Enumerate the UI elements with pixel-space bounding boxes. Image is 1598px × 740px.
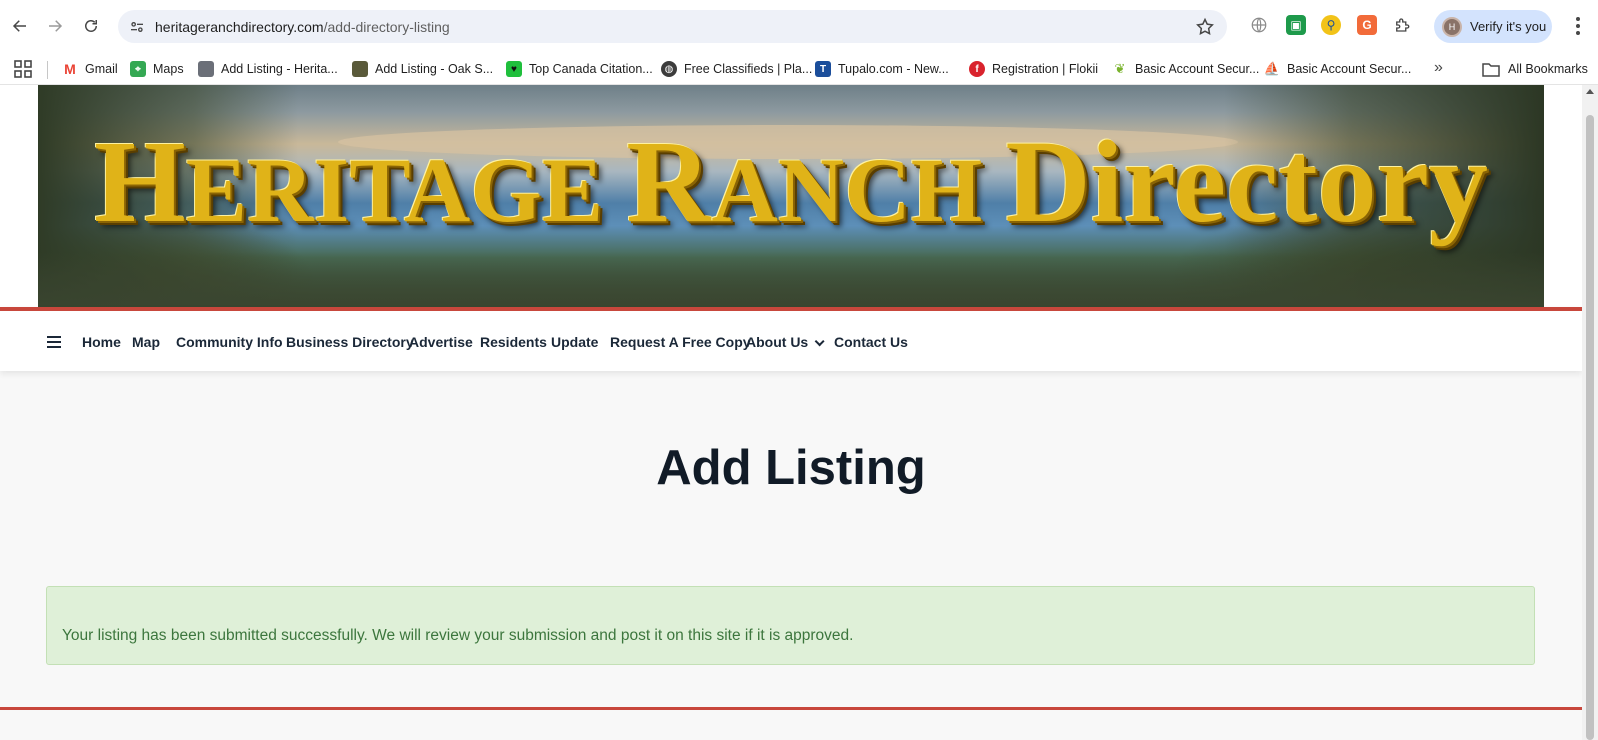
bookmark-label: Basic Account Secur...	[1135, 62, 1260, 76]
profile-verify-chip[interactable]: H Verify it's you	[1434, 10, 1552, 43]
verify-label: Verify it's you	[1470, 19, 1547, 34]
success-alert: Your listing has been submitted successf…	[46, 586, 1535, 665]
bookmark-label: Free Classifieds | Pla...	[684, 62, 813, 76]
folder-icon	[1482, 63, 1500, 77]
robot-extension-icon[interactable]: ▣	[1286, 15, 1306, 35]
bookmark-label: Add Listing - Oak S...	[375, 62, 494, 76]
apps-grid-icon[interactable]	[14, 60, 32, 78]
page-scrollbar[interactable]	[1582, 85, 1598, 740]
extensions-puzzle-icon[interactable]	[1392, 15, 1412, 35]
nav-community-info[interactable]: Community Info	[176, 334, 283, 350]
heritage-favicon-icon	[198, 61, 214, 77]
avatar: H	[1442, 17, 1462, 37]
bookmark-maps[interactable]: ⌖ Maps	[130, 59, 184, 79]
oak-favicon-icon	[352, 61, 368, 77]
all-bookmarks-folder[interactable]: All Bookmarks	[1482, 59, 1588, 79]
bookmark-label: Tupalo.com - New...	[838, 62, 949, 76]
forward-button[interactable]	[41, 12, 69, 40]
back-button[interactable]	[6, 12, 34, 40]
citation-favicon-icon: ♥	[506, 61, 522, 77]
bookmark-gmail[interactable]: M Gmail	[62, 59, 118, 79]
flokii-favicon-icon: f	[969, 61, 985, 77]
banner-trees-bottom	[38, 252, 1544, 312]
all-bookmarks-label: All Bookmarks	[1508, 62, 1588, 76]
site-info-icon[interactable]	[126, 16, 148, 38]
nav-about-us[interactable]: About Us	[746, 334, 825, 350]
scrollbar-thumb[interactable]	[1586, 115, 1594, 740]
nav-request-free-copy[interactable]: Request A Free Copy	[610, 334, 751, 350]
nav-home[interactable]: Home	[82, 334, 121, 350]
nav-update[interactable]: Update	[551, 334, 598, 350]
maps-icon: ⌖	[130, 61, 146, 77]
bookmark-basic-account-security-2[interactable]: ⛵ Basic Account Secur...	[1264, 59, 1411, 79]
chevron-down-icon	[814, 336, 825, 347]
more-bookmarks-chevron-icon[interactable]: »	[1434, 59, 1443, 77]
reload-button[interactable]	[77, 12, 105, 40]
ship-favicon-icon: ⛵	[1263, 61, 1281, 76]
main-navigation: Home Map Community Info Business Directo…	[0, 307, 1582, 371]
arrow-left-icon	[12, 20, 26, 32]
bookmark-flokii[interactable]: f Registration | Flokii	[969, 59, 1098, 79]
gmail-icon: M	[64, 61, 76, 77]
bookmark-free-classifieds[interactable]: ◍ Free Classifieds | Pla...	[661, 59, 812, 79]
bookmark-tupalo[interactable]: T Tupalo.com - New...	[815, 59, 949, 79]
url-text: heritageranchdirectory.com/add-directory…	[155, 19, 450, 35]
grammar-extension-icon[interactable]: G	[1357, 15, 1377, 35]
bookmarks-divider	[47, 61, 48, 79]
bookmark-add-listing-heritage[interactable]: Add Listing - Herita...	[198, 59, 338, 79]
reload-icon	[85, 20, 97, 32]
nav-map[interactable]: Map	[132, 334, 160, 350]
tupalo-favicon-icon: T	[815, 61, 831, 77]
bookmark-label: Registration | Flokii	[992, 62, 1099, 76]
footer-divider	[0, 707, 1582, 710]
leaf-favicon-icon: ❦	[1114, 61, 1126, 76]
nav-contact-us[interactable]: Contact Us	[834, 334, 908, 350]
bookmark-label: Add Listing - Herita...	[221, 62, 338, 76]
site-banner[interactable]: HERITAGE RANCH Directory	[38, 85, 1544, 312]
bookmark-basic-account-security-1[interactable]: ❦ Basic Account Secur...	[1112, 59, 1260, 79]
bookmark-label: Maps	[153, 62, 184, 76]
globe-extension-icon[interactable]	[1249, 15, 1269, 35]
bookmark-add-listing-oak[interactable]: Add Listing - Oak S...	[352, 59, 493, 79]
success-alert-message: Your listing has been submitted successf…	[62, 627, 854, 644]
globe-icon: ◍	[661, 61, 677, 77]
bookmarks-bar: M Gmail ⌖ Maps Add Listing - Herita... Add…	[0, 53, 1598, 85]
bookmark-top-canada-citation[interactable]: ♥ Top Canada Citation...	[506, 59, 653, 79]
arrow-right-icon	[49, 20, 63, 32]
bookmark-star-icon[interactable]	[1195, 17, 1215, 37]
address-bar[interactable]: heritageranchdirectory.com/add-directory…	[118, 10, 1227, 43]
nav-business-directory[interactable]: Business Directory	[286, 334, 414, 350]
kebab-menu-icon[interactable]	[1566, 14, 1590, 38]
bookmark-label: Gmail	[85, 62, 118, 76]
nav-about-us-label: About Us	[746, 334, 809, 350]
site-header: HERITAGE RANCH Directory	[0, 85, 1582, 312]
key-extension-icon[interactable]: ⚲	[1321, 15, 1341, 35]
bookmark-label: Top Canada Citation...	[529, 62, 653, 76]
site-logo-title: HERITAGE RANCH Directory	[93, 116, 1489, 247]
bookmark-label: Basic Account Secur...	[1287, 62, 1412, 76]
nav-residents[interactable]: Residents	[480, 334, 547, 350]
nav-advertise[interactable]: Advertise	[409, 334, 473, 350]
browser-toolbar: heritageranchdirectory.com/add-directory…	[0, 0, 1598, 53]
page-title: Add Listing	[656, 441, 926, 495]
hamburger-menu-icon[interactable]	[47, 336, 61, 348]
page-viewport: HERITAGE RANCH Directory Home Map Commun…	[0, 85, 1582, 740]
scroll-up-arrow-icon[interactable]	[1586, 89, 1594, 94]
